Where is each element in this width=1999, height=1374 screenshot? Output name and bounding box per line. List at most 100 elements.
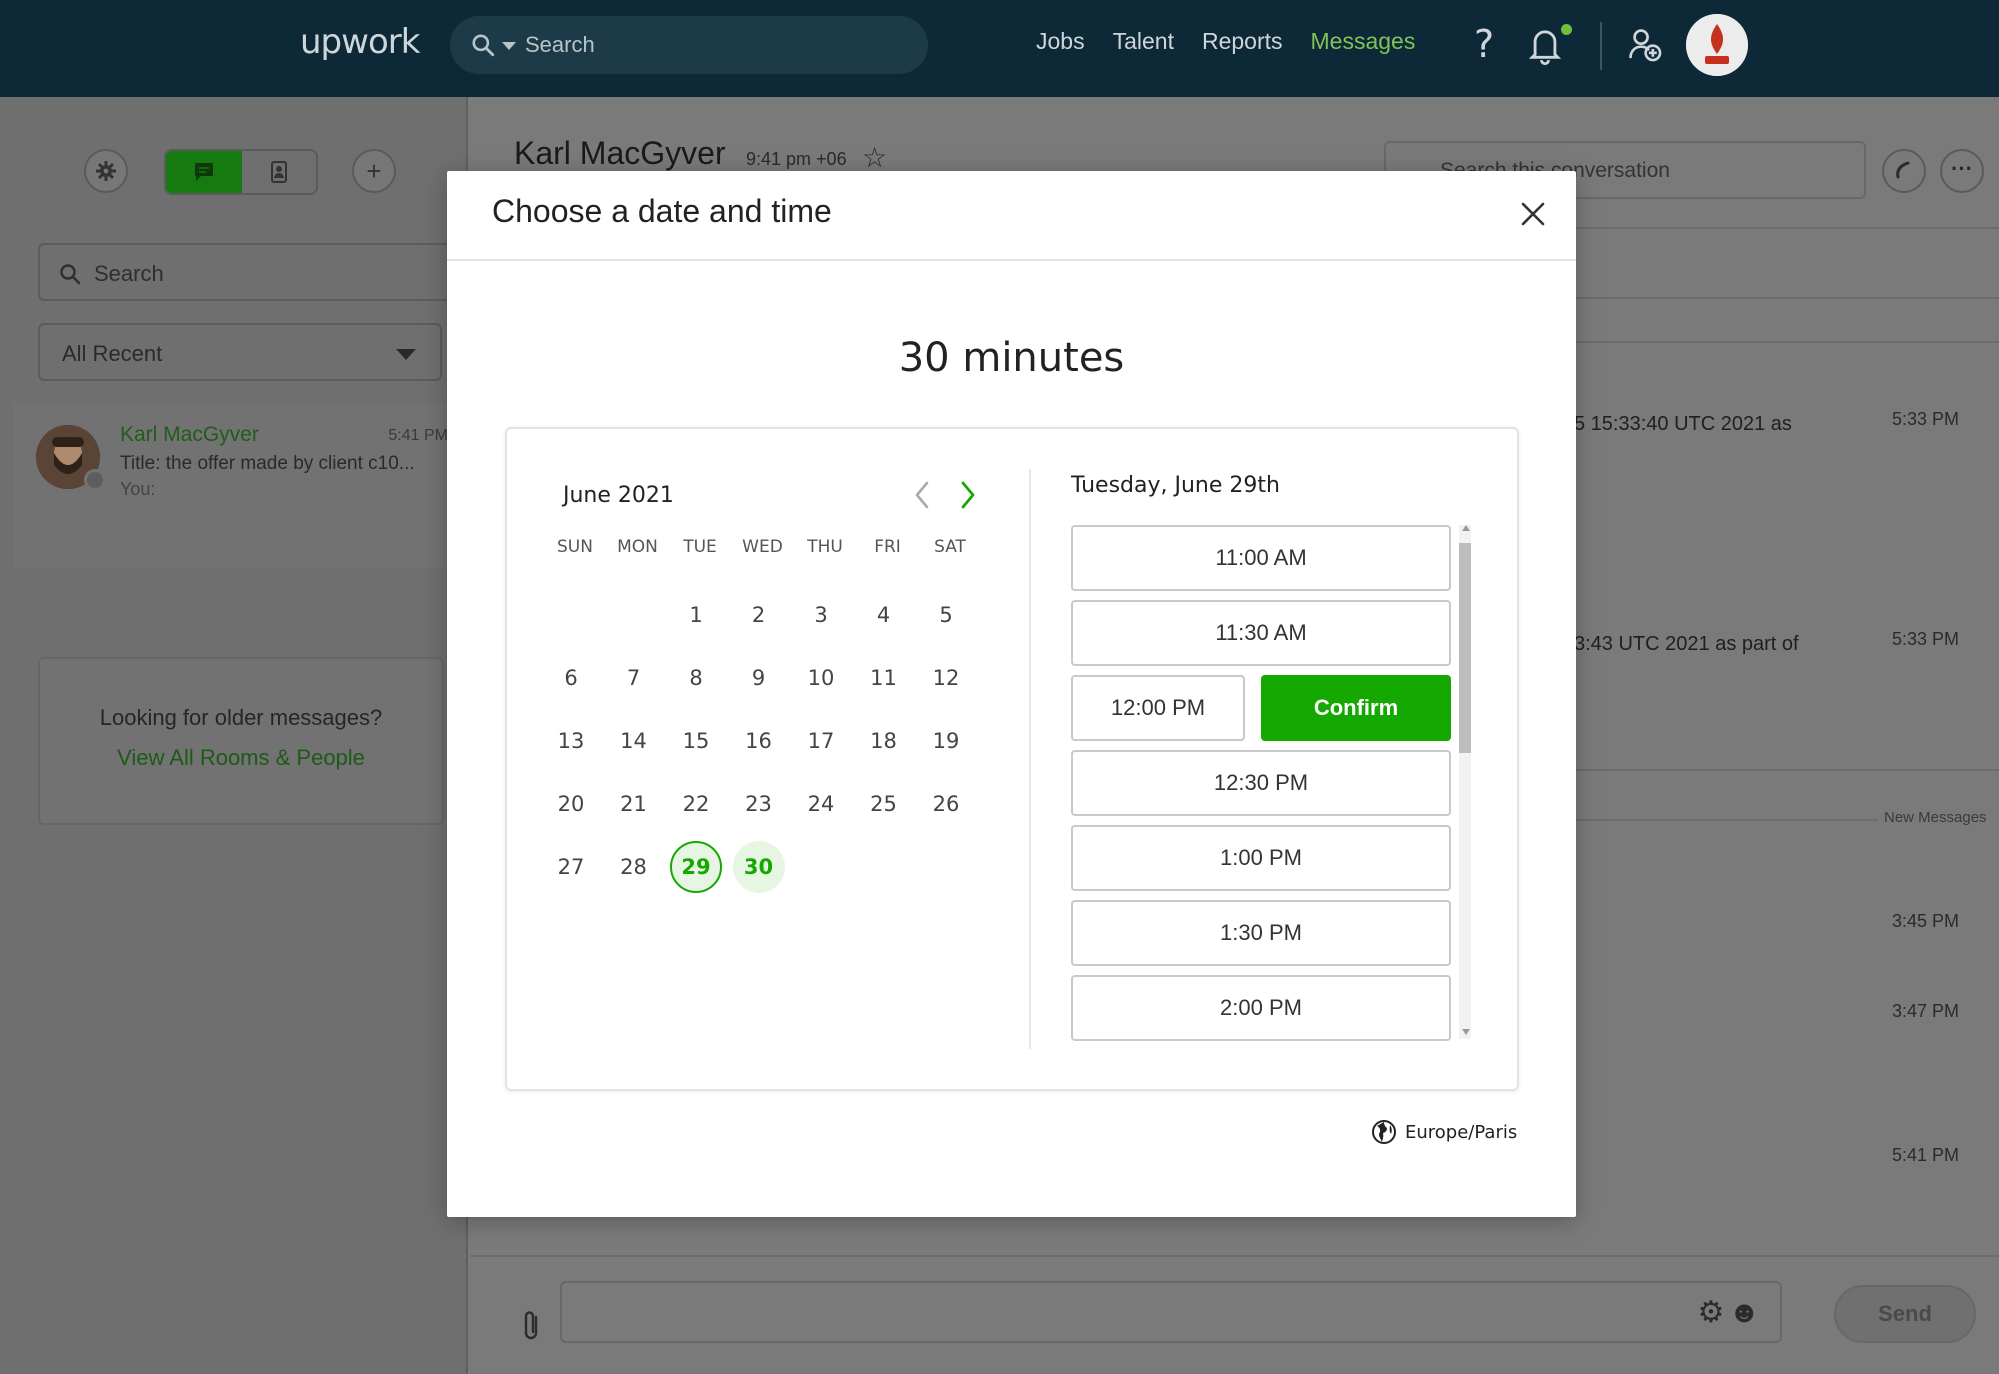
scrollbar-thumb[interactable]: [1459, 543, 1471, 753]
message-time: 3:45 PM: [1891, 911, 1959, 931]
calendar-day: 7: [626, 666, 641, 690]
calendar-day: 23: [745, 792, 772, 816]
contacts-icon: [271, 161, 287, 183]
calendar: June 2021 SUN MON TUE WED THU FRI SAT 12345678…: [537, 459, 1011, 1059]
paperclip-icon: [524, 1311, 538, 1340]
nav-talent[interactable]: Talent: [1113, 28, 1174, 62]
calendar-day: 5: [939, 603, 953, 627]
calendar-day: 10: [807, 666, 835, 690]
contacts-view-button[interactable]: [242, 151, 316, 193]
close-icon[interactable]: [1516, 197, 1550, 231]
chevron-down-icon: [396, 349, 416, 360]
composer-tools: ⚙☻: [1698, 1295, 1764, 1330]
calendar-day: 12: [932, 666, 960, 690]
notification-dot: [1561, 24, 1572, 35]
settings-button[interactable]: [84, 149, 128, 193]
calendar-day[interactable]: 30: [732, 841, 785, 893]
star-icon[interactable]: ☆: [862, 141, 887, 174]
message-time: 5:41 PM: [1891, 1145, 1959, 1165]
calendar-day[interactable]: 29: [670, 841, 722, 893]
nav-jobs[interactable]: Jobs: [1036, 28, 1085, 62]
bell-icon[interactable]: [1528, 26, 1562, 66]
calendar-day: 19: [932, 729, 960, 753]
gear-icon[interactable]: ⚙: [1698, 1296, 1729, 1329]
nav-links: Jobs Talent Reports Messages: [1036, 28, 1415, 62]
room-filter-select[interactable]: All Recent: [38, 323, 442, 381]
chevron-right-icon[interactable]: [949, 475, 985, 515]
view-toggle: [164, 149, 318, 195]
room-contact-name: Karl MacGyver: [120, 423, 259, 446]
sidebar-search-placeholder: Search: [94, 261, 164, 286]
more-options-button[interactable]: ···: [1940, 149, 1984, 193]
nav-reports[interactable]: Reports: [1202, 28, 1283, 62]
search-icon: [472, 34, 495, 57]
sidebar-toolbar: +: [0, 97, 468, 227]
selected-date: Tuesday, June 29th: [1071, 473, 1280, 498]
time-slot-button[interactable]: 12:00 PM: [1071, 675, 1245, 741]
time-slot-button[interactable]: 1:30 PM: [1071, 900, 1451, 966]
scroll-down-icon[interactable]: [1462, 1029, 1470, 1035]
add-team-icon[interactable]: [1628, 26, 1662, 64]
time-slot-button[interactable]: 11:00 AM: [1071, 525, 1451, 591]
calendar-day: 8: [689, 666, 703, 690]
user-avatar[interactable]: [1686, 14, 1748, 76]
chevron-left-icon[interactable]: [905, 475, 941, 515]
confirm-button[interactable]: Confirm: [1261, 675, 1451, 741]
time-slot-button[interactable]: 11:30 AM: [1071, 600, 1451, 666]
calendar-day: 2: [751, 603, 766, 627]
room-filter-value: All Recent: [62, 341, 163, 366]
attachment-icon[interactable]: [520, 1309, 542, 1351]
scroll-up-icon[interactable]: [1462, 525, 1470, 531]
calendar-day: 17: [807, 729, 835, 753]
nav-divider: [1600, 22, 1602, 70]
calendar-day: 27: [557, 855, 585, 879]
calendar-day: 15: [682, 729, 710, 753]
calendar-day: 22: [682, 792, 710, 816]
calendar-day: 3: [814, 603, 828, 627]
message-text: 3:43 UTC 2021 as part of: [1574, 633, 1799, 655]
message-input[interactable]: ⚙☻: [560, 1281, 1782, 1343]
more-icon: ···: [1951, 156, 1973, 181]
upwork-logo[interactable]: upwork: [300, 22, 420, 62]
messages-view-button[interactable]: [166, 151, 242, 193]
search-type-caret-icon[interactable]: [502, 42, 516, 50]
calendar-day: 26: [932, 792, 960, 816]
new-room-button[interactable]: +: [352, 149, 396, 193]
weekday-label: SUN: [557, 537, 593, 557]
calendar-month: June 2021: [563, 483, 674, 508]
time-slot-button[interactable]: 2:00 PM: [1071, 975, 1451, 1041]
calendar-day: 1: [689, 603, 703, 627]
nav-messages[interactable]: Messages: [1311, 28, 1416, 62]
sidebar-search-input[interactable]: Search: [38, 243, 468, 301]
older-messages-box: Looking for older messages? View All Roo…: [38, 657, 444, 825]
calendar-day: 28: [620, 855, 647, 879]
time-slot-button[interactable]: 12:30 PM: [1071, 750, 1451, 816]
older-messages-question: Looking for older messages?: [99, 705, 383, 730]
calendar-day: 20: [557, 792, 585, 816]
calendar-day: 18: [870, 729, 897, 753]
weekday-label: THU: [807, 537, 843, 557]
emoji-icon[interactable]: ☻: [1728, 1296, 1764, 1329]
room-list-item[interactable]: Karl MacGyver 5:41 PM Title: the offer m…: [14, 403, 468, 569]
room-time: 5:41 PM: [388, 427, 448, 444]
meeting-duration: 30 minutes: [898, 335, 1125, 381]
call-button[interactable]: [1882, 149, 1926, 193]
scheduler-panel: June 2021 SUN MON TUE WED THU FRI SAT 12345678…: [505, 427, 1519, 1091]
weekday-label: SAT: [934, 537, 966, 557]
weekday-label: FRI: [874, 537, 901, 557]
weekday-label: TUE: [683, 537, 717, 557]
user-avatar-icon: [1686, 14, 1748, 76]
top-search[interactable]: Search: [450, 16, 928, 74]
time-slot-list: 11:00 AM 11:30 AM Confirm 12:00 PM 12:30 PM 1…: [1071, 521, 1471, 1041]
help-icon[interactable]: ?: [1474, 22, 1494, 66]
timezone[interactable]: Europe/Paris: [1371, 1117, 1517, 1147]
time-slot-button[interactable]: 1:00 PM: [1071, 825, 1451, 891]
search-icon: [60, 264, 81, 285]
app-root: upwork Search Jobs Talent Reports Messag…: [0, 0, 1999, 1374]
message-time: 5:33 PM: [1891, 629, 1959, 649]
message-time: 5:33 PM: [1891, 409, 1959, 429]
send-button[interactable]: Send: [1834, 1285, 1976, 1343]
view-all-rooms-link[interactable]: View All Rooms & People: [40, 745, 442, 771]
message-time: 3:47 PM: [1891, 1001, 1959, 1021]
calendar-day: 9: [751, 666, 766, 690]
